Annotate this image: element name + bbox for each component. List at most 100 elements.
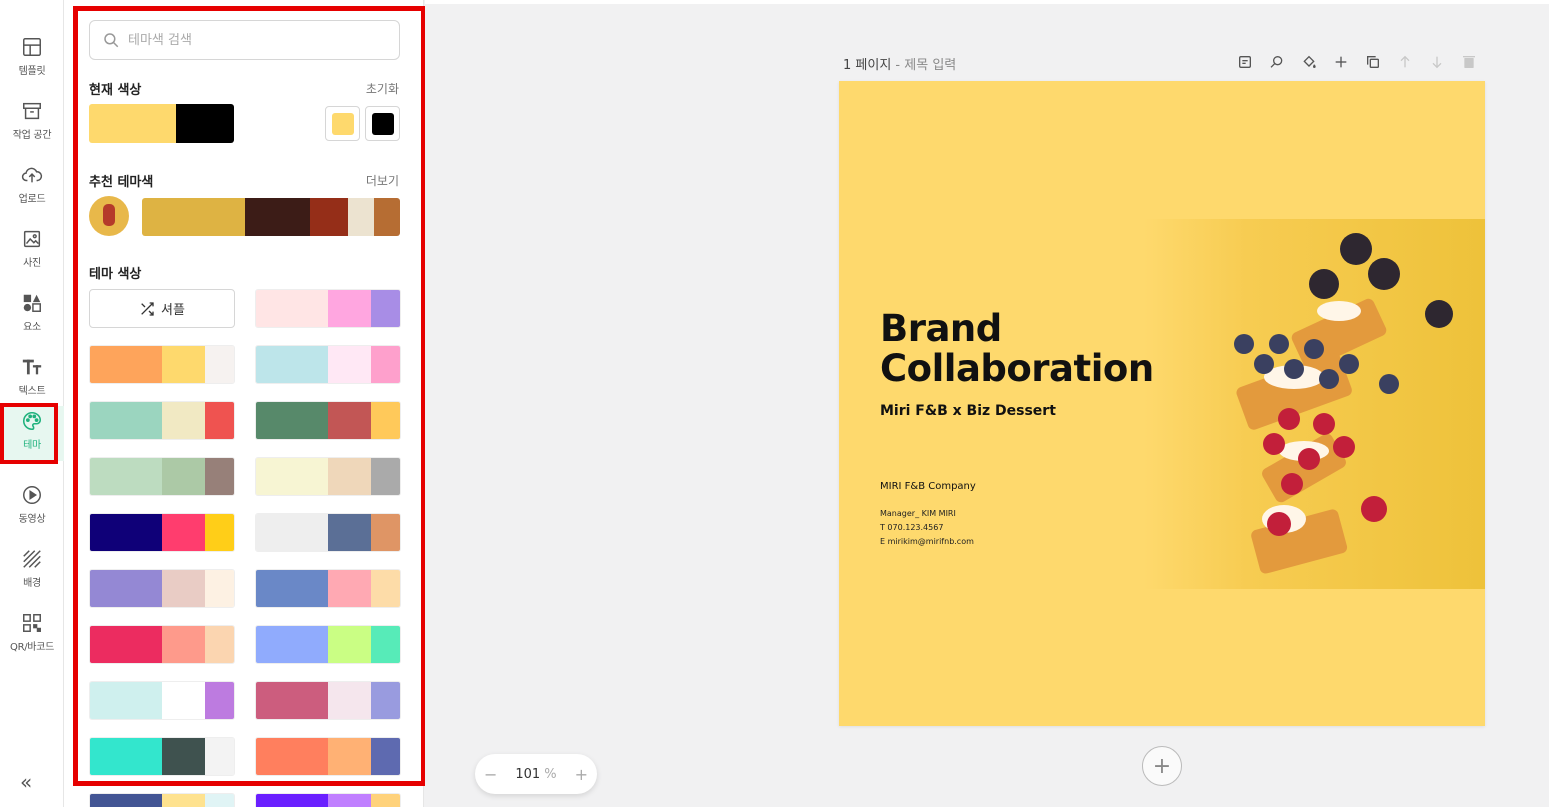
collapse-sidebar-icon[interactable]: « (20, 770, 32, 794)
shuffle-button[interactable]: 셔플 (89, 289, 235, 328)
palette-color-swatch (90, 458, 162, 495)
palette-color-swatch (371, 514, 400, 551)
page-title: 1 페이지 - 제목 입력 (843, 54, 956, 73)
recommended-color-swatch[interactable] (245, 198, 310, 236)
theme-palette[interactable] (255, 345, 401, 384)
theme-search-box[interactable] (89, 20, 400, 60)
theme-palette[interactable] (89, 625, 235, 664)
theme-panel: 현재 색상 초기화 추천 테마색 더보기 테마 색상 셔플 (64, 0, 424, 807)
theme-palette[interactable] (255, 289, 401, 328)
theme-palette[interactable] (255, 625, 401, 664)
palette-color-swatch (328, 458, 371, 495)
page-number: 1 페이지 (843, 58, 892, 73)
company-name[interactable]: MIRI F&B Company (880, 481, 976, 492)
plus-icon[interactable] (1331, 52, 1351, 72)
active-item-highlight (0, 403, 58, 464)
palette-color-swatch (90, 570, 162, 607)
reset-colors-link[interactable]: 초기화 (366, 80, 399, 97)
page-toolbar (1235, 52, 1479, 72)
add-page-button[interactable]: + (1142, 746, 1182, 786)
current-color-swatch[interactable] (89, 104, 176, 143)
current-colors-strip[interactable] (89, 104, 234, 143)
layout-icon (23, 38, 41, 56)
sidebar-item-photo[interactable]: 사진 (0, 224, 64, 284)
recommended-colors-title: 추천 테마색 (89, 175, 154, 190)
more-recommended-link[interactable]: 더보기 (366, 172, 399, 189)
trash-icon[interactable] (1459, 52, 1479, 72)
recommended-image-thumbnail[interactable] (89, 196, 129, 236)
theme-palette[interactable] (255, 569, 401, 608)
palette-color-swatch (90, 738, 162, 775)
palette-color-swatch (256, 682, 328, 719)
theme-palette[interactable] (89, 513, 235, 552)
sidebar-item-background[interactable]: 배경 (0, 544, 64, 604)
palette-color-swatch (162, 570, 205, 607)
theme-palette[interactable] (255, 793, 401, 807)
zoom-value[interactable]: 101 % (515, 767, 556, 782)
theme-palette[interactable] (255, 737, 401, 776)
move-up-icon[interactable] (1395, 52, 1415, 72)
current-color-swatch[interactable] (176, 104, 234, 143)
palette-color-swatch (162, 402, 205, 439)
palette-color-swatch (371, 346, 400, 383)
sidebar-item-label: 사진 (23, 258, 41, 269)
theme-palette[interactable] (89, 737, 235, 776)
brand-title[interactable]: Brand Collaboration (880, 309, 1154, 389)
sidebar-item-label: 요소 (23, 322, 41, 333)
current-colors-title: 현재 색상 (89, 83, 142, 98)
sidebar-item-qr[interactable]: QR/바코드 (0, 608, 64, 668)
theme-palette[interactable] (89, 793, 235, 807)
contact-block[interactable]: Manager_ KIM MIRI T 070.123.4567 E mirik… (880, 507, 974, 549)
page-title-separator: - (891, 58, 905, 73)
text-icon (22, 359, 42, 375)
palette-color-swatch (205, 402, 234, 439)
theme-palette[interactable] (89, 569, 235, 608)
sidebar-item-template[interactable]: 템플릿 (0, 32, 64, 92)
theme-palette[interactable] (255, 401, 401, 440)
theme-search-input[interactable] (128, 32, 368, 48)
sidebar-item-upload[interactable]: 업로드 (0, 160, 64, 220)
recommended-color-swatch[interactable] (374, 198, 400, 236)
recommended-color-swatch[interactable] (348, 198, 374, 236)
zoom-in-button[interactable]: + (575, 765, 588, 784)
sidebar-item-elements[interactable]: 요소 (0, 288, 64, 348)
palette-color-swatch (371, 290, 400, 327)
theme-palette[interactable] (255, 513, 401, 552)
zoom-out-button[interactable]: − (484, 765, 497, 784)
palette-color-swatch (328, 626, 371, 663)
duplicate-icon[interactable] (1363, 52, 1383, 72)
theme-palette[interactable] (89, 681, 235, 720)
palette-color-swatch (205, 794, 234, 807)
theme-palette[interactable] (89, 457, 235, 496)
magic-icon[interactable] (1267, 52, 1287, 72)
theme-colors-title: 테마 색상 (89, 267, 142, 282)
recommended-color-swatch[interactable] (310, 198, 348, 236)
palette-color-swatch (162, 794, 205, 807)
dessert-illustration (1234, 233, 1453, 574)
fill-icon[interactable] (1299, 52, 1319, 72)
note-icon[interactable] (1235, 52, 1255, 72)
current-color-picker[interactable] (365, 106, 400, 141)
design-page[interactable]: Brand Collaboration Miri F&B x Biz Desse… (839, 81, 1485, 726)
palette-color-swatch (371, 682, 400, 719)
contact-manager: Manager_ KIM MIRI (880, 509, 956, 518)
theme-palette[interactable] (255, 457, 401, 496)
page-title-input[interactable]: 제목 입력 (904, 58, 956, 73)
palette-color-swatch (90, 402, 162, 439)
recommended-color-swatch[interactable] (142, 198, 245, 236)
current-color-picker[interactable] (325, 106, 360, 141)
theme-palette[interactable] (89, 401, 235, 440)
theme-palette[interactable] (89, 345, 235, 384)
theme-palette[interactable] (255, 681, 401, 720)
move-down-icon[interactable] (1427, 52, 1447, 72)
palette-color-swatch (162, 626, 205, 663)
brand-subtitle[interactable]: Miri F&B x Biz Dessert (880, 403, 1056, 419)
palette-color-swatch (90, 514, 162, 551)
contact-email: E mirikim@mirifnb.com (880, 537, 974, 546)
palette-color-swatch (371, 458, 400, 495)
waffle-berries-photo[interactable] (1144, 219, 1485, 589)
sidebar-item-workspace[interactable]: 작업 공간 (0, 96, 64, 156)
sidebar-item-video[interactable]: 동영상 (0, 480, 64, 540)
recommended-palette[interactable] (142, 198, 400, 236)
palette-color-swatch (205, 514, 234, 551)
